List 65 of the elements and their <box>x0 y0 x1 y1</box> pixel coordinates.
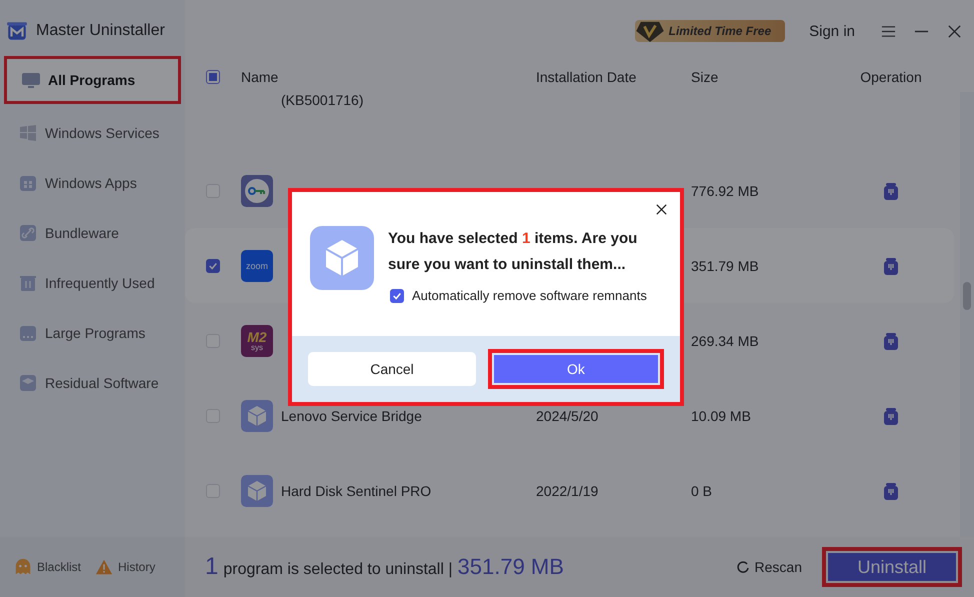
sign-in-link[interactable]: Sign in <box>809 22 855 40</box>
program-size: 10.09 MB <box>691 408 751 424</box>
history-link[interactable]: History <box>95 558 156 576</box>
program-name: Lenovo Service Bridge <box>281 408 422 424</box>
program-size: 776.92 MB <box>691 182 759 198</box>
sidebar-item[interactable]: Windows Apps <box>4 162 181 204</box>
check-icon <box>208 260 218 270</box>
uninstall-button[interactable]: Uninstall <box>822 547 962 587</box>
warning-icon <box>95 558 114 576</box>
program-size: 351.79 MB <box>691 258 759 274</box>
rescan-button[interactable]: Rescan <box>736 559 802 575</box>
key-app-icon <box>241 174 273 206</box>
program-name: (KB5001716) <box>281 92 364 108</box>
trash-icon[interactable] <box>881 256 901 276</box>
row-checkbox[interactable] <box>206 258 220 272</box>
confirm-message: You have selected 1 items. Are you sure you want to uninstall them... <box>388 229 638 275</box>
sidebar-item[interactable]: Large Programs <box>4 312 181 354</box>
install-date: 2024/5/20 <box>536 408 598 424</box>
sidebar-item[interactable]: All Programs <box>4 56 181 104</box>
layers-icon <box>18 373 38 393</box>
promo-badge[interactable]: Limited Time Free <box>634 20 786 42</box>
sidebar-item[interactable]: Infrequently Used <box>4 262 181 304</box>
column-header: Size <box>691 69 720 85</box>
scrollbar[interactable] <box>960 92 974 537</box>
program-size: 0 B <box>691 482 712 498</box>
ghost-icon <box>14 558 32 576</box>
sidebar-item[interactable]: Residual Software <box>4 362 181 404</box>
selected-count: 1 <box>205 553 218 581</box>
zoom-app-icon: zoom <box>241 250 273 282</box>
v-badge-icon <box>634 20 665 42</box>
program-size: 269.34 MB <box>691 332 759 348</box>
app-title: Master Uninstaller <box>36 22 165 40</box>
close-icon[interactable] <box>655 203 668 216</box>
cube-icon <box>241 400 273 432</box>
column-header: Operation <box>859 69 923 85</box>
menu-icon[interactable] <box>881 24 896 38</box>
selection-summary: program is selected to uninstall | <box>223 561 453 579</box>
apps-icon <box>18 173 38 193</box>
app-logo-icon <box>6 20 28 42</box>
link-icon <box>18 223 38 243</box>
select-all-checkbox[interactable] <box>206 70 220 84</box>
checkbox-label: Automatically remove software remnants <box>412 288 647 303</box>
program-name: Hard Disk Sentinel PRO <box>281 482 432 498</box>
column-header: Name <box>241 69 280 85</box>
trash-icon[interactable] <box>881 406 901 426</box>
blacklist-link[interactable]: Blacklist <box>14 558 82 576</box>
remnants-checkbox[interactable] <box>390 288 404 302</box>
trash-icon <box>18 273 38 293</box>
selected-size: 351.79 MB <box>458 554 564 580</box>
trash-icon[interactable] <box>881 330 901 350</box>
trash-icon[interactable] <box>881 480 901 500</box>
cube-icon <box>241 474 273 506</box>
check-icon <box>392 290 402 300</box>
m2-app-icon: M2 sys <box>241 324 273 356</box>
refresh-icon <box>736 560 750 574</box>
windows-icon <box>18 123 38 143</box>
cancel-button[interactable]: Cancel <box>308 352 476 386</box>
column-header: Installation Date <box>536 69 638 85</box>
cube-icon <box>310 226 374 290</box>
monitor-icon <box>21 70 41 90</box>
ok-button[interactable]: Ok <box>488 349 664 389</box>
install-date: 2022/1/19 <box>536 482 598 498</box>
trash-icon[interactable] <box>881 180 901 200</box>
sidebar-item[interactable]: Bundleware <box>4 212 181 254</box>
sidebar-item[interactable]: Windows Services <box>4 112 181 154</box>
